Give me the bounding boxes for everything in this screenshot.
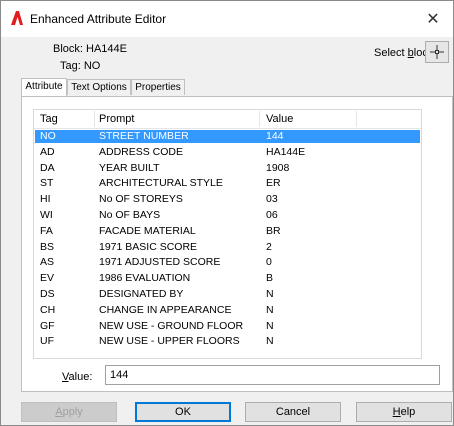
- row-tag-cell: BS: [40, 240, 55, 253]
- row-prompt-cell: NEW USE - UPPER FLOORS: [99, 335, 240, 348]
- row-prompt-cell: ADDRESS CODE: [99, 145, 184, 158]
- table-row[interactable]: BS 1971 BASIC SCORE 2: [35, 241, 420, 254]
- row-tag-cell: EV: [40, 272, 55, 285]
- row-value-cell: ER: [266, 177, 281, 190]
- table-row[interactable]: EV 1986 EVALUATION B: [35, 272, 420, 285]
- row-prompt-cell: ARCHITECTURAL STYLE: [99, 177, 223, 190]
- cancel-button[interactable]: Cancel: [245, 402, 341, 422]
- column-header-tag[interactable]: Tag: [40, 113, 58, 125]
- row-prompt-cell: No OF BAYS: [99, 209, 161, 221]
- tag-name-label: Tag: NO: [60, 60, 101, 72]
- row-value-cell: HA144E: [266, 145, 306, 158]
- row-tag-cell: ST: [40, 177, 54, 190]
- row-prompt-cell: CHANGE IN APPEARANCE: [99, 303, 232, 316]
- row-tag-cell: WI: [40, 209, 53, 221]
- attribute-list[interactable]: Tag Prompt Value NO STREET NUMBER 144 AD ADD…: [33, 109, 422, 359]
- row-value-cell: 0: [266, 256, 272, 269]
- column-divider[interactable]: [94, 111, 95, 127]
- row-tag-cell: NO: [40, 130, 56, 142]
- enhanced-attribute-editor-dialog: Enhanced Attribute Editor ✕ Block: HA144…: [0, 0, 454, 426]
- row-value-cell: B: [266, 272, 274, 285]
- tab-properties[interactable]: Properties: [131, 79, 185, 95]
- row-prompt-cell: 1971 BASIC SCORE: [99, 240, 198, 253]
- row-tag-cell: HI: [40, 193, 51, 206]
- row-prompt-cell: 1971 ADJUSTED SCORE: [99, 256, 221, 269]
- autocad-a-icon: [11, 11, 23, 25]
- row-tag-cell: CH: [40, 303, 56, 316]
- table-row[interactable]: HI No OF STOREYS 03: [35, 193, 420, 206]
- help-button[interactable]: Help: [356, 402, 452, 422]
- window-title: Enhanced Attribute Editor: [30, 12, 167, 26]
- pick-crosshair-icon: [430, 45, 444, 59]
- block-name-label: Block: HA144E: [53, 43, 127, 55]
- row-prompt-cell: DESIGNATED BY: [99, 288, 184, 300]
- list-header: Tag Prompt Value: [34, 110, 421, 129]
- row-value-cell: 06: [266, 209, 278, 221]
- table-row[interactable]: AS 1971 ADJUSTED SCORE 0: [35, 256, 420, 269]
- row-tag-cell: AD: [40, 145, 55, 158]
- close-button[interactable]: ✕: [413, 1, 453, 37]
- title-bar[interactable]: Enhanced Attribute Editor ✕: [1, 1, 453, 37]
- value-input[interactable]: [105, 365, 440, 385]
- row-prompt-cell: NEW USE - GROUND FLOOR: [99, 319, 244, 332]
- close-icon: ✕: [426, 11, 440, 28]
- row-value-cell: BR: [266, 224, 281, 237]
- row-prompt-cell: No OF STOREYS: [99, 193, 183, 206]
- table-row[interactable]: NO STREET NUMBER 144: [35, 130, 420, 143]
- table-row[interactable]: AD ADDRESS CODE HA144E: [35, 146, 420, 159]
- column-header-value[interactable]: Value: [266, 113, 293, 125]
- row-value-cell: N: [266, 335, 274, 348]
- table-row[interactable]: UF NEW USE - UPPER FLOORS N: [35, 335, 420, 348]
- row-prompt-cell: STREET NUMBER: [99, 130, 189, 142]
- row-prompt-cell: 1986 EVALUATION: [99, 272, 191, 285]
- tab-attribute[interactable]: Attribute: [21, 78, 67, 96]
- apply-button[interactable]: Apply: [21, 402, 117, 422]
- row-prompt-cell: FACADE MATERIAL: [99, 224, 196, 237]
- ok-button[interactable]: OK: [135, 402, 231, 422]
- column-divider[interactable]: [356, 111, 357, 127]
- row-value-cell: 144: [266, 130, 284, 142]
- table-row[interactable]: DS DESIGNATED BY N: [35, 288, 420, 301]
- select-block-button[interactable]: [425, 41, 449, 63]
- row-value-cell: N: [266, 303, 274, 316]
- row-tag-cell: UF: [40, 335, 54, 348]
- row-tag-cell: GF: [40, 319, 55, 332]
- row-tag-cell: AS: [40, 256, 55, 269]
- column-header-prompt[interactable]: Prompt: [99, 113, 134, 125]
- row-tag-cell: DS: [40, 288, 55, 300]
- value-label: Value:: [62, 371, 93, 383]
- row-value-cell: 2: [266, 240, 272, 253]
- row-value-cell: 1908: [266, 161, 290, 174]
- table-row[interactable]: CH CHANGE IN APPEARANCE N: [35, 304, 420, 317]
- table-row[interactable]: GF NEW USE - GROUND FLOOR N: [35, 320, 420, 333]
- table-row[interactable]: DA YEAR BUILT 1908: [35, 162, 420, 175]
- table-row[interactable]: FA FACADE MATERIAL BR: [35, 225, 420, 238]
- row-tag-cell: DA: [40, 161, 55, 174]
- row-value-cell: 03: [266, 193, 278, 206]
- table-row[interactable]: WI No OF BAYS 06: [35, 209, 420, 222]
- row-tag-cell: FA: [40, 224, 53, 237]
- tab-text-options[interactable]: Text Options: [67, 79, 131, 95]
- row-value-cell: N: [266, 319, 274, 332]
- table-row[interactable]: ST ARCHITECTURAL STYLE ER: [35, 177, 420, 190]
- column-divider[interactable]: [259, 111, 260, 127]
- row-prompt-cell: YEAR BUILT: [99, 161, 160, 174]
- row-value-cell: N: [266, 288, 274, 300]
